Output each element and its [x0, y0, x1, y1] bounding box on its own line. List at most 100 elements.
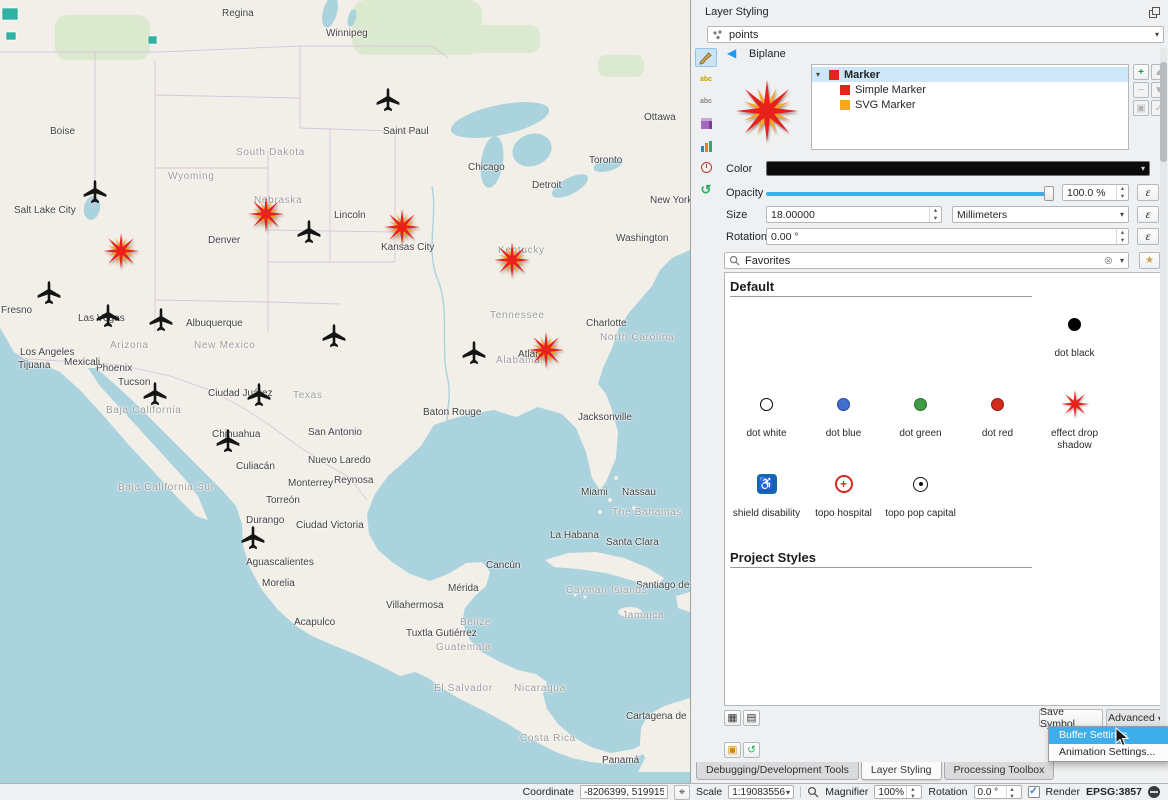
style-item-dot-white[interactable]: dot white [728, 380, 805, 460]
tree-row-marker[interactable]: ▾ Marker [812, 67, 1128, 82]
chevron-down-icon: ▾ [1151, 30, 1163, 39]
tab-temporal[interactable] [695, 158, 717, 177]
style-item-dot-black[interactable]: dot black [1036, 300, 1113, 380]
search-icon [729, 255, 740, 266]
style-filter-value: Favorites [745, 255, 790, 267]
symbol-layer-tree: ▾ Marker Simple Marker SVG Marker [811, 64, 1129, 150]
scale-combo[interactable]: 1:19083556 ▾ [728, 785, 794, 799]
wheelchair-icon: ♿ [757, 474, 777, 494]
menu-item-buffer-settings[interactable]: Buffer Settings [1049, 727, 1168, 744]
data-defined-override-button[interactable]: ε [1137, 228, 1159, 245]
duplicate-layer-button[interactable]: ▣ [1133, 100, 1149, 116]
slider-handle[interactable] [1044, 186, 1054, 201]
svg-marker-swatch [840, 100, 850, 110]
float-panel-icon[interactable] [1149, 7, 1160, 21]
render-checkbox[interactable]: ✓ [1028, 786, 1040, 798]
extent-position-button[interactable]: ⌖ [674, 785, 690, 800]
style-item-dot-blue[interactable]: dot blue [805, 380, 882, 460]
spinner-buttons[interactable]: ▴▾ [906, 786, 918, 798]
data-defined-override-button[interactable]: ε [1137, 206, 1159, 223]
history-icon: ↺ [701, 182, 712, 198]
spinner-buttons[interactable]: ▴▾ [929, 207, 941, 222]
menu-item-animation-settings[interactable]: Animation Settings... [1049, 744, 1168, 761]
rotation-spinbox[interactable]: 0.0 ° ▴▾ [974, 785, 1022, 799]
tree-row-svg-marker[interactable]: SVG Marker [812, 97, 1128, 112]
symbol-name: Biplane [749, 48, 786, 60]
tab-3d-view[interactable] [695, 114, 717, 133]
render-label: Render [1046, 786, 1080, 798]
style-item-topo-pop-capital[interactable]: topo pop capital [882, 460, 959, 540]
list-view-button[interactable]: ▤ [743, 710, 760, 726]
save-symbol-button[interactable]: Save Symbol... [1039, 709, 1103, 727]
tab-layer-styling[interactable]: Layer Styling [861, 762, 942, 780]
tab-diagrams[interactable] [695, 136, 717, 155]
magnifier-spinbox[interactable]: 100% ▴▾ [874, 785, 922, 799]
paintbrush-icon [699, 51, 713, 65]
style-manager-button[interactable]: ★ [1139, 252, 1160, 269]
remove-symbol-layer-button[interactable]: − [1133, 82, 1149, 98]
style-item-dot-red[interactable]: dot red [959, 380, 1036, 460]
size-unit-combo[interactable]: Millimeters ▾ [952, 206, 1129, 223]
clear-filter-icon[interactable]: ⊗ [1101, 254, 1116, 267]
opacity-spinbox[interactable]: 100.0 % ▴▾ [1062, 184, 1129, 201]
hospital-cross-icon: + [835, 475, 853, 493]
spinner-buttons[interactable]: ▴▾ [1006, 786, 1018, 798]
advanced-button[interactable]: Advanced ▾ [1106, 709, 1164, 727]
style-filter-input[interactable]: Favorites ⊗ ▾ [724, 252, 1129, 269]
mouse-cursor-icon [1115, 727, 1129, 750]
style-tools: ▣ ↺ [724, 742, 760, 758]
tree-row-simple-marker[interactable]: Simple Marker [812, 82, 1128, 97]
dock-tabs: Debugging/Development Tools Layer Stylin… [696, 762, 1054, 780]
tab-debugging-development-tools[interactable]: Debugging/Development Tools [696, 762, 859, 780]
opacity-label: Opacity [726, 187, 763, 199]
size-spinbox[interactable]: 18.00000 ▴▾ [766, 206, 942, 223]
rotation-spinbox[interactable]: 0.00 ° ▴▾ [766, 228, 1129, 245]
icon-view-button[interactable]: ▦ [724, 710, 741, 726]
messages-icon[interactable] [1148, 786, 1160, 798]
dot-green-icon [914, 398, 927, 411]
spinner-buttons[interactable]: ▴▾ [1116, 185, 1128, 200]
back-button[interactable]: ◀ [727, 46, 736, 60]
tab-symbology[interactable] [695, 48, 717, 67]
color-label: Color [726, 163, 752, 175]
tab-history[interactable]: ↺ [695, 180, 717, 199]
style-library[interactable]: Default dot black dot white dot blue dot… [724, 272, 1161, 706]
crs-indicator[interactable]: EPSG:3857 [1086, 786, 1142, 798]
styling-tabs-strip: abc abc ↺ [694, 48, 718, 199]
add-symbol-layer-button[interactable]: + [1133, 64, 1149, 80]
style-item-dot-green[interactable]: dot green [882, 380, 959, 460]
style-tag-button[interactable]: ▣ [724, 742, 741, 758]
layer-selector[interactable]: points ▾ [707, 26, 1164, 43]
expander-icon[interactable]: ▾ [816, 70, 824, 79]
point-layer-icon [712, 29, 724, 41]
tab-labels[interactable]: abc [695, 70, 717, 89]
dot-blue-icon [837, 398, 850, 411]
basemap [0, 0, 690, 783]
rotation-label: Rotation [726, 231, 767, 243]
status-bar: Coordinate ⌖ Scale 1:19083556 ▾ Magnifie… [0, 783, 1168, 800]
tree-layer-label: SVG Marker [855, 99, 916, 111]
chevron-down-icon[interactable]: ▾ [1116, 256, 1128, 265]
symbol-preview-star-icon [736, 80, 798, 142]
size-label: Size [726, 209, 747, 221]
tab-processing-toolbox[interactable]: Processing Toolbox [944, 762, 1055, 780]
coordinate-input[interactable] [580, 785, 668, 799]
opacity-slider[interactable] [766, 186, 1054, 201]
advanced-menu: Buffer Settings Animation Settings... [1048, 726, 1168, 762]
data-defined-override-button[interactable]: ε [1137, 184, 1159, 201]
masks-abc-icon: abc [700, 98, 712, 105]
clock-icon [701, 162, 712, 173]
style-item-shield-disability[interactable]: ♿ shield disability [728, 460, 805, 540]
map-canvas[interactable]: ReginaWinnipegSaint PaulOttawaTorontoBoi… [0, 0, 690, 783]
scrollbar-thumb[interactable] [1160, 62, 1167, 162]
tab-masks[interactable]: abc [695, 92, 717, 111]
style-refresh-button[interactable]: ↺ [743, 742, 760, 758]
style-item-effect-drop-shadow[interactable]: effect drop shadow [1036, 380, 1113, 460]
cube-3d-icon [701, 118, 712, 129]
separator [800, 786, 801, 798]
color-button[interactable]: ▾ [766, 161, 1150, 176]
spinner-buttons[interactable]: ▴▾ [1116, 229, 1128, 244]
panel-scrollbar[interactable] [1160, 48, 1167, 758]
layer-styling-panel: Layer Styling points ▾ abc abc [690, 0, 1168, 783]
style-item-topo-hospital[interactable]: + topo hospital [805, 460, 882, 540]
